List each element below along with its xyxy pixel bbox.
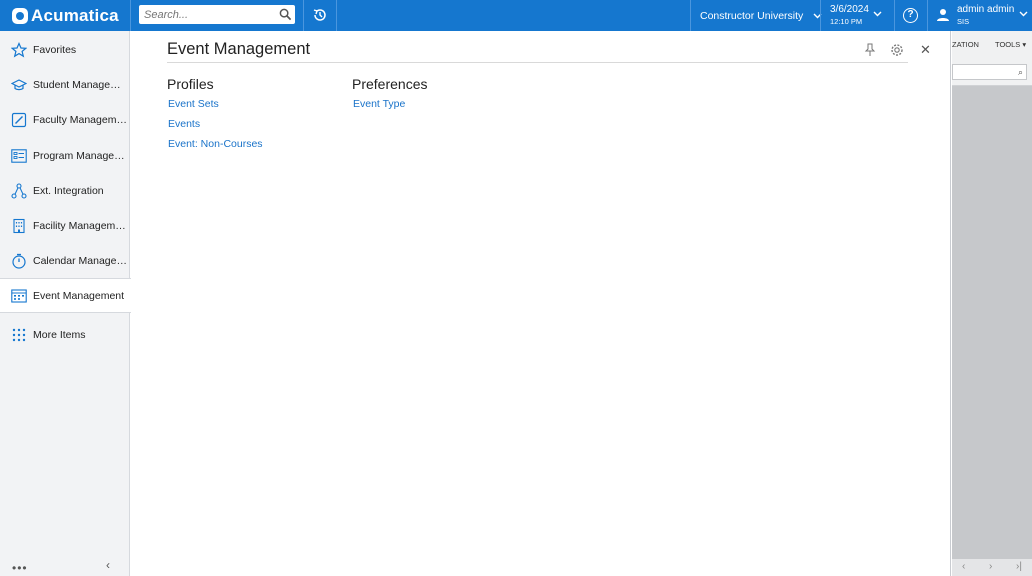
link-event-non-courses[interactable]: Event: Non-Courses [168, 138, 263, 150]
sidebar-item-label: Student Management [33, 78, 129, 91]
grid-dots-icon [12, 328, 26, 341]
sidebar-item-label: Ext. Integration [33, 184, 104, 197]
user-menu[interactable]: admin admin SIS [957, 4, 1014, 27]
workspace-panel: Event Management ✕ Profiles Event Sets E… [131, 31, 951, 576]
divider [130, 0, 131, 31]
star-icon [11, 41, 27, 57]
sidebar-item-facility-management[interactable]: Facility Management [0, 208, 130, 243]
search-icon[interactable]: ⌕ [1018, 67, 1023, 78]
more-options-icon[interactable]: ••• [12, 561, 28, 575]
sidebar-item-label: Favorites [33, 43, 77, 56]
divider [894, 0, 895, 31]
network-icon [11, 182, 27, 199]
sidebar-item-program-management[interactable]: Program Management [0, 138, 130, 173]
pager-prev-icon[interactable]: ‹ [962, 561, 965, 572]
pager-next-icon[interactable]: › [989, 561, 992, 572]
list-board-icon [11, 148, 27, 163]
sidebar: Favorites Student Management Faculty Man… [0, 31, 131, 576]
user-tenant: SIS [957, 17, 970, 26]
sidebar-item-student-management[interactable]: Student Management [0, 67, 130, 102]
history-icon[interactable] [312, 7, 328, 23]
acumatica-logo[interactable]: Acumatica [12, 6, 119, 26]
divider [303, 0, 304, 31]
graduation-cap-icon [11, 78, 27, 90]
top-bar: Acumatica Constructor University 3/6/202… [0, 0, 1032, 31]
pin-icon[interactable] [864, 43, 876, 57]
link-events[interactable]: Events [168, 118, 200, 130]
close-icon[interactable]: ✕ [920, 42, 931, 58]
sidebar-item-event-management[interactable]: Event Management [0, 278, 131, 313]
search-icon[interactable] [279, 8, 292, 21]
sidebar-item-label: Calendar Management [33, 254, 129, 267]
chevron-down-icon[interactable] [873, 11, 882, 17]
business-date[interactable]: 3/6/2024 12:10 PM [830, 4, 869, 27]
user-name: admin admin [957, 4, 1015, 15]
sidebar-item-ext-integration[interactable]: Ext. Integration [0, 173, 130, 208]
sidebar-item-more-items[interactable]: More Items [0, 317, 130, 352]
sidebar-item-calendar-management[interactable]: Calendar Management [0, 243, 130, 278]
sidebar-item-favorites[interactable]: Favorites [0, 32, 130, 67]
chevron-down-icon[interactable] [1019, 11, 1028, 17]
search-input[interactable] [139, 5, 269, 24]
background-screen: ZATION TOOLS ▾ ⌕ ‹ › ›| [952, 31, 1032, 576]
page-title: Event Management [167, 40, 311, 58]
sidebar-item-label: Program Management [33, 149, 129, 162]
background-toolbar: ZATION TOOLS ▾ [952, 31, 1032, 56]
toolbar-item-customization[interactable]: ZATION [952, 40, 979, 49]
brand-name: Acumatica [31, 6, 119, 25]
company-name: Constructor University [700, 10, 804, 22]
search-box [139, 5, 295, 24]
background-search-input[interactable]: ⌕ [952, 64, 1027, 80]
divider [336, 0, 337, 31]
link-event-sets[interactable]: Event Sets [168, 98, 219, 110]
background-search-row: ⌕ [952, 56, 1032, 86]
time-value: 12:10 PM [830, 17, 863, 26]
toolbar-item-tools-label: TOOLS [995, 40, 1021, 49]
link-event-type[interactable]: Event Type [353, 98, 405, 110]
calendar-grid-icon [11, 288, 27, 303]
sidebar-item-label: More Items [33, 328, 86, 341]
edit-icon [11, 112, 27, 127]
gear-icon[interactable] [890, 43, 904, 57]
building-icon [13, 218, 25, 233]
divider [690, 0, 691, 31]
divider [927, 0, 928, 31]
logo-mark-icon [12, 8, 28, 24]
section-heading-preferences: Preferences [352, 76, 428, 92]
sidebar-item-label: Event Management [33, 289, 125, 302]
sidebar-item-faculty-management[interactable]: Faculty Management [0, 102, 130, 137]
user-icon[interactable] [936, 8, 950, 22]
pager-bar: ‹ › ›| [952, 559, 1032, 576]
sidebar-item-label: Faculty Management [33, 113, 129, 126]
company-selector[interactable]: Constructor University [700, 10, 822, 22]
pager-last-icon[interactable]: ›| [1016, 561, 1022, 572]
stopwatch-icon [12, 253, 26, 269]
divider [820, 0, 821, 31]
sidebar-item-label: Facility Management [33, 219, 129, 232]
collapse-sidebar-icon[interactable]: ‹ [106, 558, 110, 572]
date-value: 3/6/2024 [830, 4, 869, 15]
section-heading-profiles: Profiles [167, 76, 214, 92]
title-divider [167, 62, 908, 63]
help-icon[interactable]: ? [903, 8, 918, 23]
toolbar-item-tools[interactable]: TOOLS ▾ [995, 40, 1026, 49]
